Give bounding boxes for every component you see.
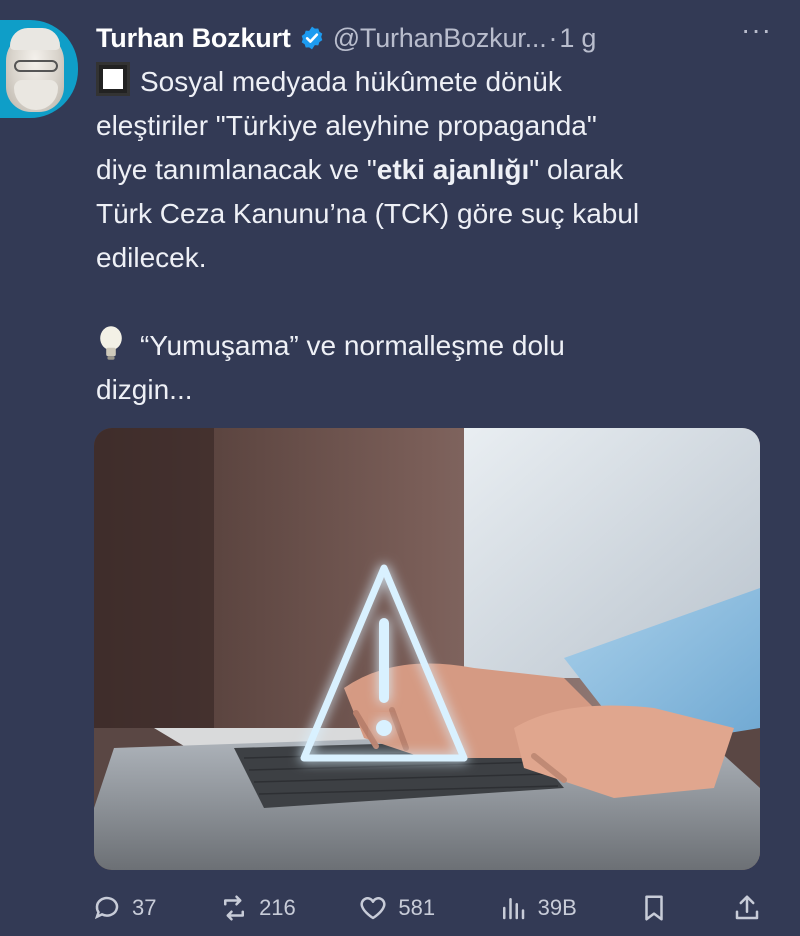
bookmark-button[interactable] (639, 893, 669, 923)
share-button[interactable] (732, 893, 762, 923)
tweet-text-bold-term: etki ajanlığı (376, 154, 530, 185)
tweet-text-line-5: edilecek. (96, 242, 207, 273)
views-count: 39B (537, 895, 577, 920)
like-count: 581 (398, 895, 436, 920)
tweet-text-line-3a: diye tanımlanacak ve " (96, 154, 377, 185)
bookmark-icon (645, 895, 664, 921)
repost-button[interactable]: 216 (219, 893, 296, 923)
tweet-text-line-2: eleştiriler "Türkiye aleyhine propaganda… (96, 110, 597, 141)
tweet-actions: 37 216 581 39B (92, 886, 762, 930)
repost-icon (224, 895, 245, 921)
like-button[interactable]: 581 (358, 893, 435, 923)
verified-badge-icon (301, 26, 322, 50)
separator-dot: · (548, 22, 558, 53)
tweet-text-line-1: Sosyal medyada hükûmete dönük (140, 66, 562, 97)
reply-icon (94, 896, 119, 920)
reply-count: 37 (132, 895, 157, 920)
timestamp[interactable]: 1 g (559, 23, 596, 54)
tweet-header: Turhan Bozkurt @TurhanBozkur... · 1 g ··… (96, 14, 780, 58)
tweet-text-line-7: dizgin... (96, 374, 193, 405)
reply-button[interactable]: 37 (92, 893, 156, 923)
views-bar-chart-icon (502, 898, 524, 920)
more-options-icon[interactable]: ··· (741, 14, 772, 46)
author-handle[interactable]: @TurhanBozkur... (333, 23, 547, 54)
light-bulb-emoji-icon (100, 326, 122, 360)
tweet-text-line-6: “Yumuşama” ve normalleşme dolu (140, 330, 565, 361)
share-icon (735, 895, 759, 920)
black-square-button-emoji-icon (96, 62, 130, 96)
tweet-text-line-3: diye tanımlanacak ve "etki ajanlığı" ola… (96, 148, 786, 192)
tweet: Turhan Bozkurt @TurhanBozkur... · 1 g ··… (0, 0, 800, 936)
tweet-image[interactable] (94, 428, 760, 870)
laptop-warning-photo (94, 428, 760, 870)
tweet-text: Sosyal medyada hükûmete dönük eleştirile… (96, 60, 786, 412)
views-button[interactable]: 39B (498, 893, 577, 923)
avatar[interactable] (0, 20, 78, 118)
tweet-text-line-4: Türk Ceza Kanunu’na (TCK) göre suç kabul (96, 198, 640, 229)
tweet-line: Sosyal medyada hükûmete dönük (96, 60, 786, 104)
heart-icon (360, 897, 386, 920)
tweet-text-line-3c: " olarak (529, 154, 624, 185)
repost-count: 216 (259, 895, 296, 920)
tweet-line: “Yumuşama” ve normalleşme dolu (96, 324, 786, 368)
author-name[interactable]: Turhan Bozkurt (96, 23, 291, 54)
